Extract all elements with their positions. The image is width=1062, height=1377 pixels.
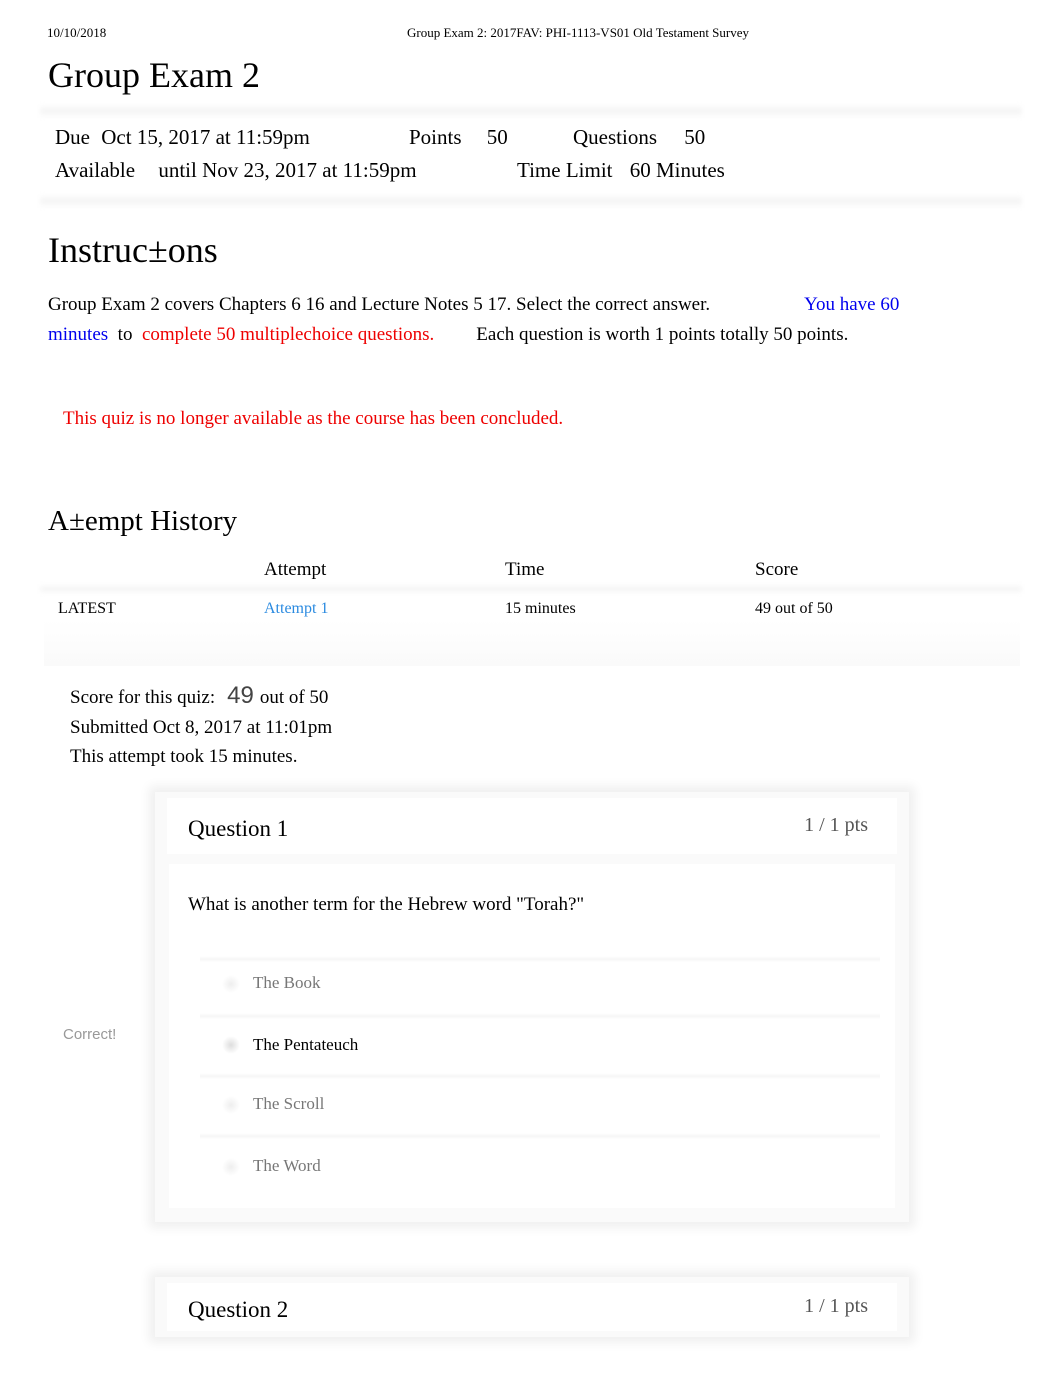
questions-label: Questions [573,125,657,149]
answer-label: The Pentateuch [253,1035,359,1054]
question-title: Question 1 [188,816,289,841]
points-field: Points 50 [409,125,508,150]
available-field: Available until Nov 23, 2017 at 11:59pm [55,158,417,183]
answer-divider [200,956,880,962]
time-limit-label: Time Limit [517,158,613,182]
available-label: Available [55,158,136,182]
question-header: Question 2 1 / 1 pts [167,1283,897,1331]
question-points: 1 / 1 pts [804,814,868,836]
column-header-attempt: Attempt [264,559,327,580]
due-label: Due [55,125,90,149]
answer-label: The Scroll [253,1094,325,1113]
column-header-score: Score [755,559,799,580]
answer-label: The Book [253,973,321,992]
points-label: Points [409,125,462,149]
instructions-points-text: Each question is worth 1 points totally … [476,324,849,345]
divider [40,104,1022,118]
questions-field: Questions 50 [573,125,705,150]
score-value: 49 [227,682,254,709]
radio-icon[interactable] [222,1158,240,1176]
table-header-divider [40,584,1022,594]
radio-icon[interactable] [222,1096,240,1114]
question-title: Question 2 [188,1297,289,1322]
available-value: until Nov 23, 2017 at 11:59pm [158,158,417,182]
print-page-title: Group Exam 2: 2017FAV: PHI-1113-VS01 Old… [407,25,750,40]
instructions-text: Group Exam 2 covers Chapters 6 16 and Le… [48,294,711,315]
latest-tag: LATEST [58,600,116,617]
questions-value: 50 [684,125,706,149]
question-card: Question 2 1 / 1 pts [155,1277,909,1337]
table-row-background [44,620,1020,666]
due-field: Due Oct 15, 2017 at 11:59pm [55,125,310,150]
question-text: What is another term for the Hebrew word… [188,894,585,915]
instructions-body: Group Exam 2 covers Chapters 6 16 and Le… [48,290,988,350]
print-date: 10/10/2018 [47,25,107,40]
score-line: Score for this quiz: 49 out of 50 [70,682,328,710]
attempt-score: 49 out of 50 [755,600,833,617]
instructions-questions-text: complete 50 multiplechoice questions. [141,324,435,345]
answer-label: The Word [253,1156,321,1175]
attempt-duration: This attempt took 15 minutes. [70,746,298,767]
points-value: 50 [486,125,508,149]
page-title: Group Exam 2 [48,55,260,95]
answer-divider [200,1073,880,1079]
score-total: out of 50 [259,687,329,708]
attempt-time: 15 minutes [505,600,576,617]
correct-indicator: Correct! [63,1026,117,1043]
radio-icon[interactable] [222,975,240,993]
time-limit-value: 60 Minutes [629,158,725,182]
score-label: Score for this quiz: [70,687,216,708]
due-value: Oct 15, 2017 at 11:59pm [101,125,310,149]
instructions-to: to [117,324,133,345]
question-header: Question 1 1 / 1 pts [167,798,897,854]
time-limit-field: Time Limit 60 Minutes [517,158,725,183]
instructions-heading: Instruc±ons [48,230,218,270]
attempt-history-heading: A±empt History [48,505,238,537]
answer-divider [200,1013,880,1019]
course-concluded-notice: This quiz is no longer available as the … [63,408,564,429]
submitted-time: Submitted Oct 8, 2017 at 11:01pm [70,717,333,738]
question-points: 1 / 1 pts [804,1295,868,1317]
radio-selected-icon[interactable] [222,1036,240,1054]
answer-divider [200,1133,880,1139]
column-header-time: Time [505,559,545,580]
divider [40,194,1022,208]
attempt-link[interactable]: Attempt 1 [264,600,328,618]
